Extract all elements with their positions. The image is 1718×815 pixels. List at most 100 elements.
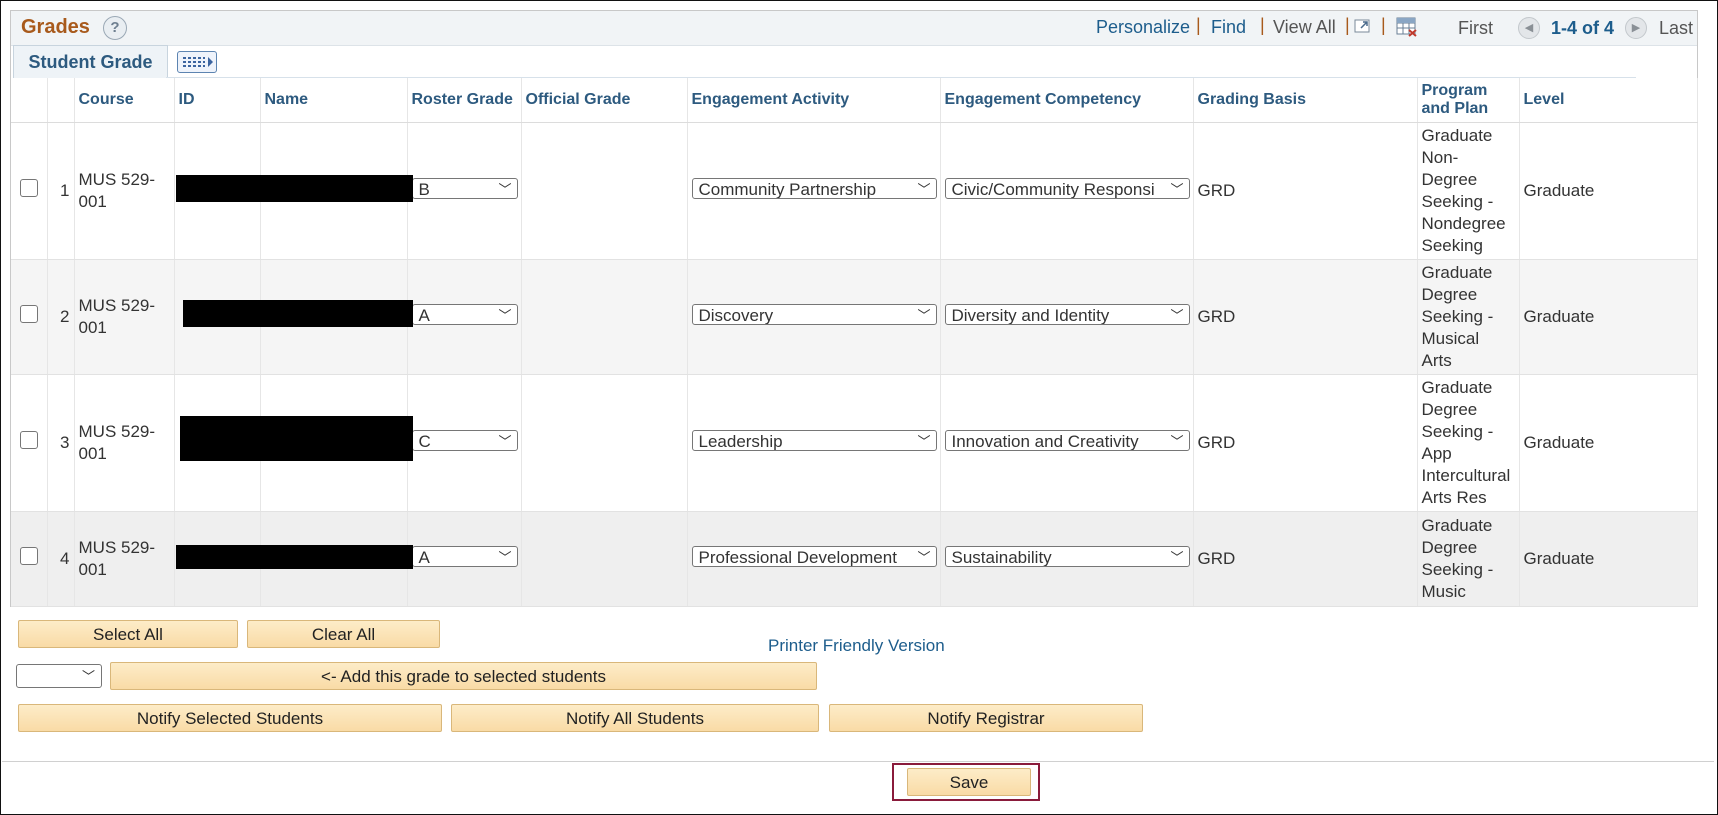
header-program-label: Program <box>1421 82 1488 99</box>
header-official-grade[interactable]: Official Grade <box>521 78 688 123</box>
roster-grade-value: A <box>418 547 430 567</box>
previous-icon[interactable]: ◀ <box>1518 17 1540 39</box>
header-engagement-activity[interactable]: Engagement Activity <box>687 78 941 123</box>
program-line: App <box>1421 444 1452 463</box>
row-number: 3 <box>47 374 75 512</box>
next-icon[interactable]: ▶ <box>1625 17 1647 39</box>
chevron-down-icon: ﹀ <box>917 433 931 449</box>
roster-grade-cell: B ﹀ <box>407 122 522 260</box>
program-line: Seeking <box>1421 236 1483 255</box>
notify-selected-button[interactable]: Notify Selected Students <box>18 704 442 732</box>
show-all-columns-icon[interactable] <box>177 51 217 73</box>
header-engagement-competency[interactable]: Engagement Competency <box>940 78 1194 123</box>
roster-grade-cell: A ﹀ <box>407 259 522 375</box>
grid-title: Grades <box>21 16 90 38</box>
grid-header: Grades ? Personalize | Find | View All |… <box>11 11 1697 46</box>
activity-cell: Discovery ﹀ <box>687 259 941 375</box>
notify-registrar-button[interactable]: Notify Registrar <box>829 704 1143 732</box>
chevron-down-icon: ﹀ <box>498 307 512 323</box>
official-grade-cell <box>521 374 688 512</box>
grading-basis-cell: GRD <box>1193 511 1418 607</box>
competency-cell: Sustainability ﹀ <box>940 511 1194 607</box>
add-grade-button[interactable]: <- Add this grade to selected students <box>110 662 817 690</box>
program-plan-cell: Graduate Degree Seeking - Musical Arts <box>1417 259 1520 375</box>
level-cell: Graduate <box>1519 259 1698 375</box>
course-code: MUS 529- <box>78 170 156 189</box>
header-plan-label: and Plan <box>1421 100 1489 117</box>
header-select <box>11 78 48 123</box>
find-link[interactable]: Find <box>1211 17 1246 38</box>
competency-cell: Innovation and Creativity ﹀ <box>940 374 1194 512</box>
select-all-button[interactable]: Select All <box>18 620 238 648</box>
engagement-activity-select[interactable]: Leadership ﹀ <box>691 429 937 451</box>
roster-grade-select[interactable]: C ﹀ <box>411 429 518 451</box>
notify-all-button[interactable]: Notify All Students <box>451 704 819 732</box>
course-section: 001 <box>78 318 107 337</box>
view-all-link[interactable]: View All <box>1273 17 1336 38</box>
grades-grid: Grades ? Personalize | Find | View All |… <box>10 10 1698 607</box>
engagement-competency-select[interactable]: Civic/Community Responsi ﹀ <box>944 177 1190 199</box>
grade-select[interactable]: ﹀ <box>16 664 102 688</box>
separator: | <box>1381 15 1386 35</box>
roster-grade-select[interactable]: A ﹀ <box>411 303 518 325</box>
last-link[interactable]: Last <box>1659 18 1693 39</box>
program-line: Graduate <box>1421 126 1493 145</box>
roster-grade-select[interactable]: A ﹀ <box>411 545 518 567</box>
row-checkbox[interactable] <box>19 547 38 565</box>
roster-grade-value: C <box>418 431 431 451</box>
engagement-competency-select[interactable]: Innovation and Creativity ﹀ <box>944 429 1190 451</box>
table-header-row: Course ID Name Roster Grade Official Gra… <box>11 78 1698 123</box>
activity-cell: Community Partnership ﹀ <box>687 122 941 260</box>
row-checkbox[interactable] <box>19 431 38 449</box>
roster-grade-cell: C ﹀ <box>407 374 522 512</box>
header-grading-basis[interactable]: Grading Basis <box>1193 78 1418 123</box>
program-line: Graduate <box>1421 263 1493 282</box>
chevron-down-icon: ﹀ <box>498 549 512 565</box>
chevron-down-icon: ﹀ <box>1170 307 1184 323</box>
competency-value: Innovation and Creativity <box>951 431 1139 451</box>
activity-cell: Leadership ﹀ <box>687 374 941 512</box>
roster-grade-value: B <box>418 179 430 199</box>
chevron-down-icon: ﹀ <box>1170 549 1184 565</box>
redacted-block <box>180 416 413 461</box>
separator: | <box>1260 15 1265 35</box>
download-grid-icon[interactable] <box>1396 16 1417 37</box>
row-select-cell <box>11 374 48 512</box>
header-course[interactable]: Course <box>74 78 175 123</box>
course-cell: MUS 529- 001 <box>74 511 175 607</box>
program-line: Graduate <box>1421 516 1493 535</box>
program-line: Degree <box>1421 400 1478 419</box>
tab-student-grade[interactable]: Student Grade <box>13 45 168 78</box>
divider <box>2 761 1714 762</box>
printer-friendly-link[interactable]: Printer Friendly Version <box>768 636 945 656</box>
header-id[interactable]: ID <box>174 78 261 123</box>
engagement-activity-select[interactable]: Discovery ﹀ <box>691 303 937 325</box>
header-roster-grade[interactable]: Roster Grade <box>407 78 522 123</box>
competency-cell: Civic/Community Responsi ﹀ <box>940 122 1194 260</box>
header-program-plan[interactable]: Program and Plan <box>1417 78 1520 123</box>
row-checkbox[interactable] <box>19 179 38 197</box>
zoom-icon[interactable] <box>1353 16 1373 36</box>
header-name[interactable]: Name <box>260 78 408 123</box>
grading-basis-cell: GRD <box>1193 374 1418 512</box>
engagement-activity-select[interactable]: Professional Development ﹀ <box>691 545 937 567</box>
chevron-down-icon: ﹀ <box>1170 433 1184 449</box>
help-icon[interactable]: ? <box>103 16 127 40</box>
header-level[interactable]: Level <box>1519 78 1698 123</box>
row-checkbox[interactable] <box>19 305 38 323</box>
competency-value: Sustainability <box>951 547 1052 567</box>
activity-value: Discovery <box>698 305 774 325</box>
engagement-competency-select[interactable]: Sustainability ﹀ <box>944 545 1190 567</box>
clear-all-button[interactable]: Clear All <box>247 620 440 648</box>
first-link[interactable]: First <box>1458 18 1493 39</box>
engagement-activity-select[interactable]: Community Partnership ﹀ <box>691 177 937 199</box>
chevron-down-icon: ﹀ <box>917 307 931 323</box>
save-button[interactable]: Save <box>907 768 1031 796</box>
separator: | <box>1196 15 1201 35</box>
redacted-block <box>176 545 413 569</box>
roster-grade-cell: A ﹀ <box>407 511 522 607</box>
roster-grade-select[interactable]: B ﹀ <box>411 177 518 199</box>
engagement-competency-select[interactable]: Diversity and Identity ﹀ <box>944 303 1190 325</box>
level-cell: Graduate <box>1519 122 1698 260</box>
personalize-link[interactable]: Personalize <box>1096 17 1190 38</box>
